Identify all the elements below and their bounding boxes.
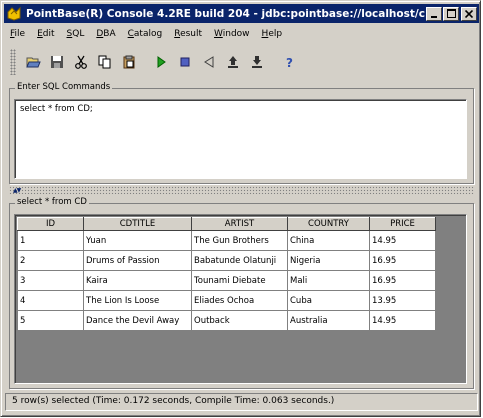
cell-artist[interactable]: Eliades Ochoa <box>191 290 288 311</box>
maximize-icon <box>446 9 456 18</box>
stop-button[interactable] <box>174 51 196 73</box>
cell-cdtitle[interactable]: Kaira <box>83 270 192 291</box>
cell-artist[interactable]: The Gun Brothers <box>191 230 288 251</box>
cell-country[interactable]: Cuba <box>287 290 370 311</box>
column-header-price[interactable]: PRICE <box>369 217 436 231</box>
toolbar: ? <box>4 45 479 79</box>
sql-text: select * from CD; <box>20 104 93 114</box>
cut-button[interactable] <box>70 51 92 73</box>
menu-catalog[interactable]: Catalog <box>128 29 163 39</box>
menu-bar: File Edit SQL DBA Catalog Result Window … <box>4 25 479 43</box>
cell-artist[interactable]: Babatunde Olatunji <box>191 250 288 271</box>
menu-help[interactable]: Help <box>262 29 283 39</box>
status-bar: 5 row(s) selected (Time: 0.172 seconds, … <box>5 393 478 411</box>
table-row[interactable]: 3 Kaira Tounami Diebate Mali 16.95 <box>17 270 436 291</box>
cell-country[interactable]: Australia <box>287 310 370 331</box>
cell-price[interactable]: 14.95 <box>369 230 436 251</box>
cell-country[interactable]: China <box>287 230 370 251</box>
cell-country[interactable]: Mali <box>287 270 370 291</box>
upload-button[interactable] <box>222 51 244 73</box>
download-icon <box>252 56 262 68</box>
cell-artist[interactable]: Tounami Diebate <box>191 270 288 291</box>
copy-icon <box>98 55 111 69</box>
close-icon <box>465 9 473 18</box>
menu-file[interactable]: File <box>10 29 25 39</box>
column-header-cdtitle[interactable]: CDTITLE <box>83 217 192 231</box>
download-button[interactable] <box>246 51 268 73</box>
cell-price[interactable]: 16.95 <box>369 270 436 291</box>
menu-result[interactable]: Result <box>174 29 202 39</box>
minimize-button[interactable] <box>426 6 442 21</box>
close-button[interactable] <box>461 6 477 21</box>
svg-text:?: ? <box>286 56 293 70</box>
help-icon: ? <box>286 56 293 70</box>
table-row[interactable]: 5 Dance the Devil Away Outback Australia… <box>17 310 436 331</box>
sql-panel-label: Enter SQL Commands <box>15 82 113 92</box>
save-button[interactable] <box>46 51 68 73</box>
column-header-artist[interactable]: ARTIST <box>191 217 288 231</box>
toolbar-grip[interactable] <box>10 49 16 75</box>
upload-icon <box>228 56 238 68</box>
column-header-country[interactable]: COUNTRY <box>287 217 370 231</box>
cell-cdtitle[interactable]: The Lion Is Loose <box>83 290 192 311</box>
menu-edit[interactable]: Edit <box>37 29 54 39</box>
table-header-row: ID CDTITLE ARTIST COUNTRY PRICE <box>17 217 436 231</box>
paste-icon <box>123 55 135 69</box>
stop-icon <box>180 57 190 67</box>
save-icon <box>51 56 63 68</box>
menu-sql[interactable]: SQL <box>67 29 85 39</box>
cell-artist[interactable]: Outback <box>191 310 288 331</box>
menu-window[interactable]: Window <box>214 29 250 39</box>
help-button[interactable]: ? <box>278 51 300 73</box>
table-row[interactable]: 4 The Lion Is Loose Eliades Ochoa Cuba 1… <box>17 290 436 311</box>
cell-country[interactable]: Nigeria <box>287 250 370 271</box>
app-window: PointBase(R) Console 4.2RE build 204 - j… <box>0 0 481 417</box>
cell-cdtitle[interactable]: Yuan <box>83 230 192 251</box>
maximize-button[interactable] <box>443 6 459 21</box>
column-header-id[interactable]: ID <box>17 217 84 231</box>
open-icon <box>26 57 41 68</box>
result-table: ID CDTITLE ARTIST COUNTRY PRICE 1 Yuan T… <box>17 217 436 331</box>
execute-button[interactable] <box>150 51 172 73</box>
table-row[interactable]: 2 Drums of Passion Babatunde Olatunji Ni… <box>17 250 436 271</box>
cell-price[interactable]: 13.95 <box>369 290 436 311</box>
app-icon[interactable] <box>6 6 22 22</box>
cell-id[interactable]: 5 <box>17 310 84 331</box>
title-bar[interactable]: PointBase(R) Console 4.2RE build 204 - j… <box>4 4 479 23</box>
execute-icon <box>157 56 166 68</box>
cell-id[interactable]: 4 <box>17 290 84 311</box>
copy-button[interactable] <box>94 51 116 73</box>
status-text: 5 row(s) selected (Time: 0.172 seconds, … <box>12 396 335 406</box>
table-row[interactable]: 1 Yuan The Gun Brothers China 14.95 <box>17 230 436 251</box>
back-button[interactable] <box>198 51 220 73</box>
window-title: PointBase(R) Console 4.2RE build 204 - j… <box>26 7 425 20</box>
back-icon <box>204 56 214 68</box>
cell-id[interactable]: 2 <box>17 250 84 271</box>
minimize-icon <box>431 15 437 18</box>
cell-id[interactable]: 3 <box>17 270 84 291</box>
paste-button[interactable] <box>118 51 140 73</box>
cell-cdtitle[interactable]: Dance the Devil Away <box>83 310 192 331</box>
cell-cdtitle[interactable]: Drums of Passion <box>83 250 192 271</box>
cell-price[interactable]: 16.95 <box>369 250 436 271</box>
splitter-arrows-icon[interactable]: ▲▼ <box>13 187 21 194</box>
result-panel-label: select * from CD <box>15 197 89 207</box>
sql-input[interactable]: select * from CD; <box>14 99 467 179</box>
cell-id[interactable]: 1 <box>17 230 84 251</box>
splitter-handle[interactable] <box>9 186 474 194</box>
open-button[interactable] <box>22 51 44 73</box>
menu-dba[interactable]: DBA <box>96 29 115 39</box>
cell-price[interactable]: 14.95 <box>369 310 436 331</box>
cut-icon <box>75 55 87 69</box>
